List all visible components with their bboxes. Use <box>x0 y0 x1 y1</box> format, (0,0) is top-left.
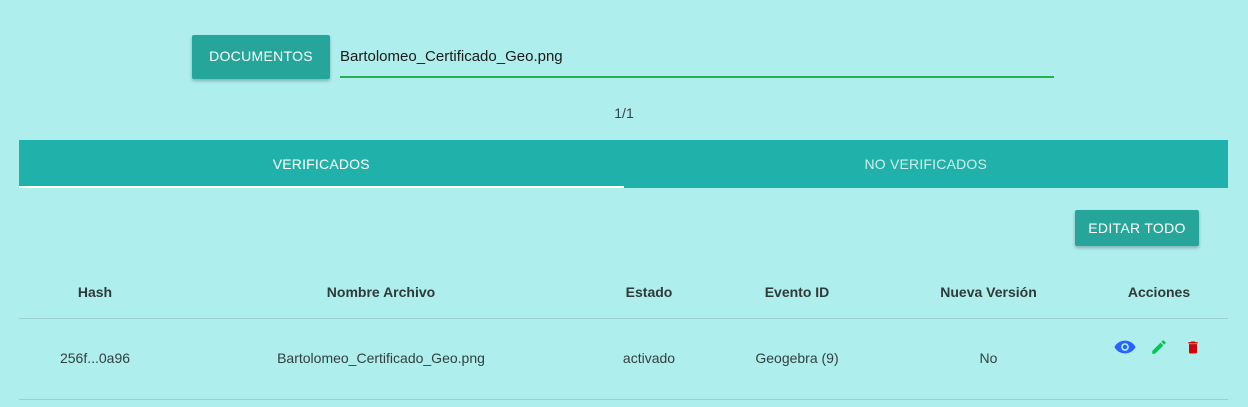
actions-cell <box>1090 319 1228 399</box>
tab-verificados[interactable]: VERIFICADOS <box>19 140 624 188</box>
column-header-file-name: Nombre Archivo <box>326 284 436 300</box>
trash-icon[interactable] <box>1182 337 1204 357</box>
column-header-actions: Acciones <box>1127 284 1191 300</box>
page-indicator: 1/1 <box>614 105 634 121</box>
table-header-row: Hash Nombre Archivo Estado Evento ID Nue… <box>19 268 1228 319</box>
new-version-cell: No <box>979 350 998 366</box>
file-name-cell: Bartolomeo_Certificado_Geo.png <box>277 350 485 366</box>
column-header-new-version: Nueva Versión <box>940 284 1037 300</box>
column-header-event-id: Evento ID <box>764 284 830 300</box>
column-header-hash: Hash <box>77 284 113 300</box>
table-row: 256f...0a96 Bartolomeo_Certificado_Geo.p… <box>19 319 1228 400</box>
file-name-input[interactable] <box>340 40 1054 78</box>
documents-button[interactable]: DOCUMENTOS <box>192 35 330 79</box>
column-header-status: Estado <box>625 284 673 300</box>
tab-no-verificados[interactable]: NO VERIFICADOS <box>624 140 1229 188</box>
eye-icon[interactable] <box>1114 337 1136 357</box>
pencil-icon[interactable] <box>1148 337 1170 357</box>
hash-cell: 256f...0a96 <box>59 350 131 366</box>
status-tabs: VERIFICADOS NO VERIFICADOS <box>19 140 1228 188</box>
event-id-cell: Geogebra (9) <box>755 350 839 366</box>
edit-all-button[interactable]: EDITAR TODO <box>1075 210 1199 246</box>
status-cell: activado <box>622 350 676 366</box>
